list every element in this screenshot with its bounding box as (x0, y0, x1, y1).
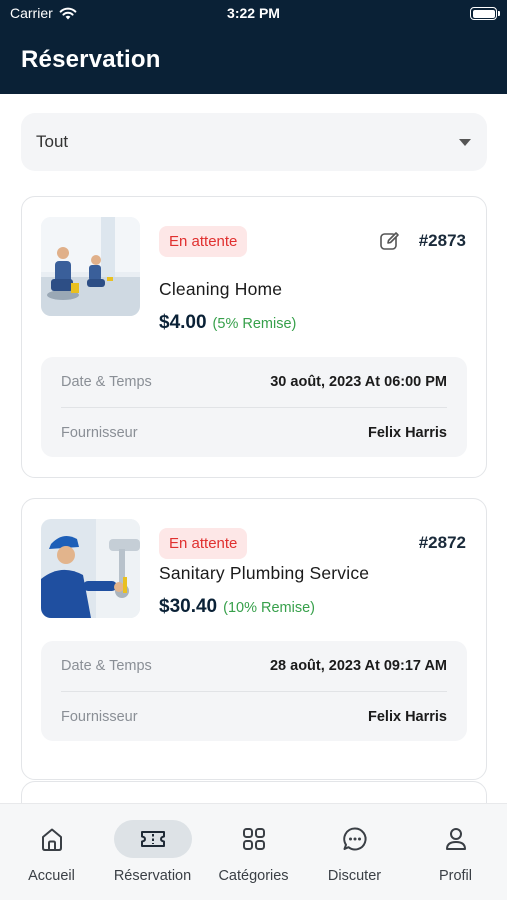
caret-down-icon (459, 138, 471, 146)
status-badge: En attente (159, 528, 248, 559)
provider-value: Felix Harris (368, 424, 447, 441)
booking-card[interactable]: En attente #2873 Cleaning Home $4.00 (5%… (21, 196, 487, 478)
edit-icon[interactable] (379, 230, 401, 252)
tab-discuter[interactable]: Discuter (304, 804, 405, 900)
header-bar: Carrier 3:22 PM Réservation (0, 0, 507, 94)
tab-reservation[interactable]: Réservation (102, 804, 203, 900)
filter-selected-value: Tout (36, 132, 69, 151)
date-label: Date & Temps (61, 658, 152, 674)
booking-id: #2873 (418, 231, 466, 250)
service-image-cleaning (41, 217, 140, 316)
app-screen: Carrier 3:22 PM Réservation Tout En atte… (0, 0, 507, 900)
status-time: 3:22 PM (227, 5, 280, 21)
chat-icon (342, 827, 367, 851)
grid-icon (242, 828, 265, 850)
booking-card[interactable]: En attente #2872 Sanitary Plumbing Servi… (21, 498, 487, 780)
page-title: Réservation (21, 46, 161, 73)
service-image-plumbing (41, 519, 140, 618)
price-value: $30.40 (159, 596, 218, 617)
price-row: $4.00 (5% Remise) (159, 312, 296, 334)
status-filter-dropdown[interactable]: Tout (21, 113, 487, 171)
home-icon (41, 828, 62, 851)
discount-label: (10% Remise) (223, 600, 315, 616)
date-row: Date & Temps 28 août, 2023 At 09:17 AM (61, 641, 447, 691)
provider-label: Fournisseur (61, 708, 138, 725)
ticket-icon (140, 831, 165, 847)
date-label: Date & Temps (61, 374, 152, 390)
price-value: $4.00 (159, 312, 207, 333)
tab-profil[interactable]: Profil (405, 804, 506, 900)
provider-row: Fournisseur Felix Harris (61, 691, 447, 741)
date-row: Date & Temps 30 août, 2023 At 06:00 PM (61, 357, 447, 407)
date-value: 28 août, 2023 At 09:17 AM (269, 658, 447, 674)
tab-label: Discuter (327, 868, 382, 884)
tab-label: Réservation (113, 868, 192, 884)
tab-accueil[interactable]: Accueil (1, 804, 102, 900)
status-badge: En attente (159, 226, 248, 257)
booking-details: Date & Temps 30 août, 2023 At 06:00 PM F… (41, 357, 467, 457)
bottom-tab-bar: Accueil Réservation Catégories Discuter … (0, 803, 507, 900)
booking-id: #2872 (418, 533, 466, 552)
tab-label: Accueil (28, 868, 75, 884)
provider-row: Fournisseur Felix Harris (61, 407, 447, 457)
status-bar: Carrier 3:22 PM (0, 0, 507, 28)
provider-label: Fournisseur (61, 424, 138, 441)
provider-value: Felix Harris (368, 708, 447, 725)
date-value: 30 août, 2023 At 06:00 PM (270, 374, 447, 390)
price-row: $30.40 (10% Remise) (159, 596, 315, 618)
tab-label: Profil (438, 868, 473, 884)
service-name: Cleaning Home (159, 279, 283, 299)
tab-categories[interactable]: Catégories (203, 804, 304, 900)
user-icon (445, 828, 466, 850)
tab-label: Catégories (218, 868, 289, 884)
discount-label: (5% Remise) (212, 316, 297, 332)
battery-icon (470, 7, 500, 20)
booking-details: Date & Temps 28 août, 2023 At 09:17 AM F… (41, 641, 467, 741)
service-name: Sanitary Plumbing Service (159, 563, 370, 583)
